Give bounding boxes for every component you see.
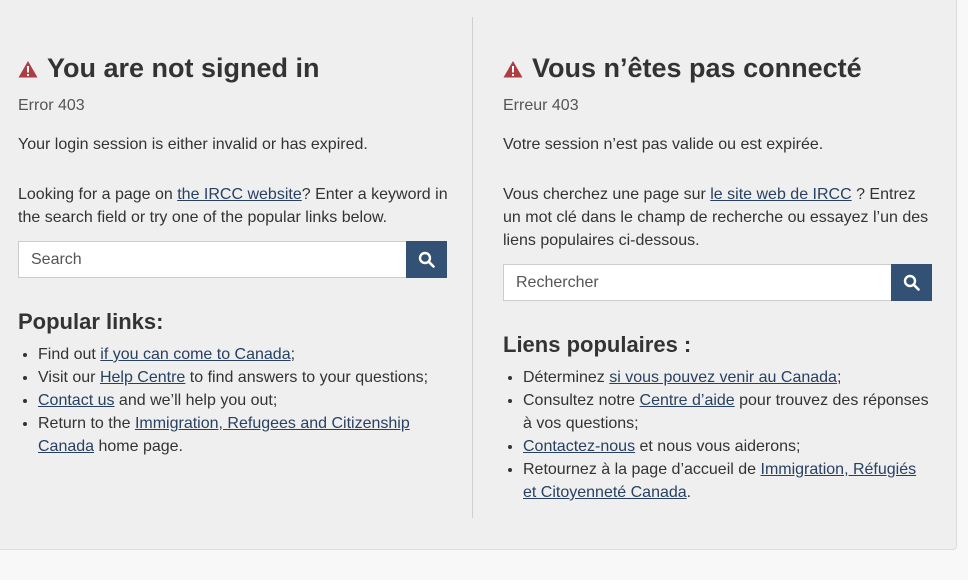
list-item: Return to the Immigration, Refugees and …	[38, 412, 448, 458]
list-item: Déterminez si vous pouvez venir au Canad…	[523, 366, 933, 389]
error-panel: You are not signed in Error 403 Your log…	[0, 0, 957, 550]
search-button-en[interactable]	[406, 241, 447, 278]
link-centre-aide[interactable]: Centre d’aide	[640, 392, 735, 409]
error-code-fr: Erreur 403	[503, 97, 579, 114]
page-title-en: You are not signed in	[18, 50, 448, 86]
search-icon	[418, 251, 435, 268]
link-come-to-canada[interactable]: if you can come to Canada	[100, 346, 290, 363]
popular-links-heading-fr: Liens populaires :	[503, 332, 692, 357]
link-venir-au-canada[interactable]: si vous pouvez venir au Canada	[609, 369, 837, 386]
list-item: Contactez-nous et nous vous aiderons;	[523, 435, 933, 458]
warning-icon	[18, 61, 38, 78]
list-item: Consultez notre Centre d’aide pour trouv…	[523, 389, 933, 435]
error-code-en: Error 403	[18, 97, 85, 114]
link-contact-us[interactable]: Contact us	[38, 392, 114, 409]
looking-text-en: Looking for a page on the IRCC website? …	[18, 183, 448, 229]
page-title-fr: Vous n’êtes pas connecté	[503, 50, 933, 86]
column-divider	[472, 17, 473, 518]
popular-links-list-en: Find out if you can come to Canada; Visi…	[18, 343, 448, 458]
warning-icon	[503, 61, 523, 78]
page-title-en-text: You are not signed in	[47, 53, 320, 83]
popular-links-heading-en: Popular links:	[18, 309, 164, 334]
session-text-fr: Votre session n’est pas valide ou est ex…	[503, 136, 824, 153]
search-form-en	[18, 241, 447, 278]
search-button-fr[interactable]	[891, 264, 932, 301]
site-ircc-link[interactable]: le site web de IRCC	[710, 186, 851, 203]
session-text-en: Your login session is either invalid or …	[18, 136, 368, 153]
link-contactez-nous[interactable]: Contactez-nous	[523, 438, 635, 455]
french-column: Vous n’êtes pas connecté Erreur 403 Votr…	[503, 50, 933, 504]
list-item: Contact us and we’ll help you out;	[38, 389, 448, 412]
search-form-fr	[503, 264, 932, 301]
english-column: You are not signed in Error 403 Your log…	[18, 50, 448, 458]
looking-before-fr: Vous cherchez une page sur	[503, 186, 711, 203]
list-item: Retournez à la page d’accueil de Immigra…	[523, 458, 933, 504]
looking-text-fr: Vous cherchez une page sur le site web d…	[503, 183, 933, 252]
search-icon	[903, 274, 920, 291]
popular-links-list-fr: Déterminez si vous pouvez venir au Canad…	[503, 366, 933, 504]
ircc-website-link[interactable]: the IRCC website	[177, 186, 302, 203]
search-input-fr[interactable]	[503, 264, 891, 301]
looking-before-en: Looking for a page on	[18, 186, 178, 203]
page-title-fr-text: Vous n’êtes pas connecté	[532, 53, 862, 83]
list-item: Find out if you can come to Canada;	[38, 343, 448, 366]
list-item: Visit our Help Centre to find answers to…	[38, 366, 448, 389]
link-help-centre[interactable]: Help Centre	[100, 369, 185, 386]
search-input-en[interactable]	[18, 241, 406, 278]
